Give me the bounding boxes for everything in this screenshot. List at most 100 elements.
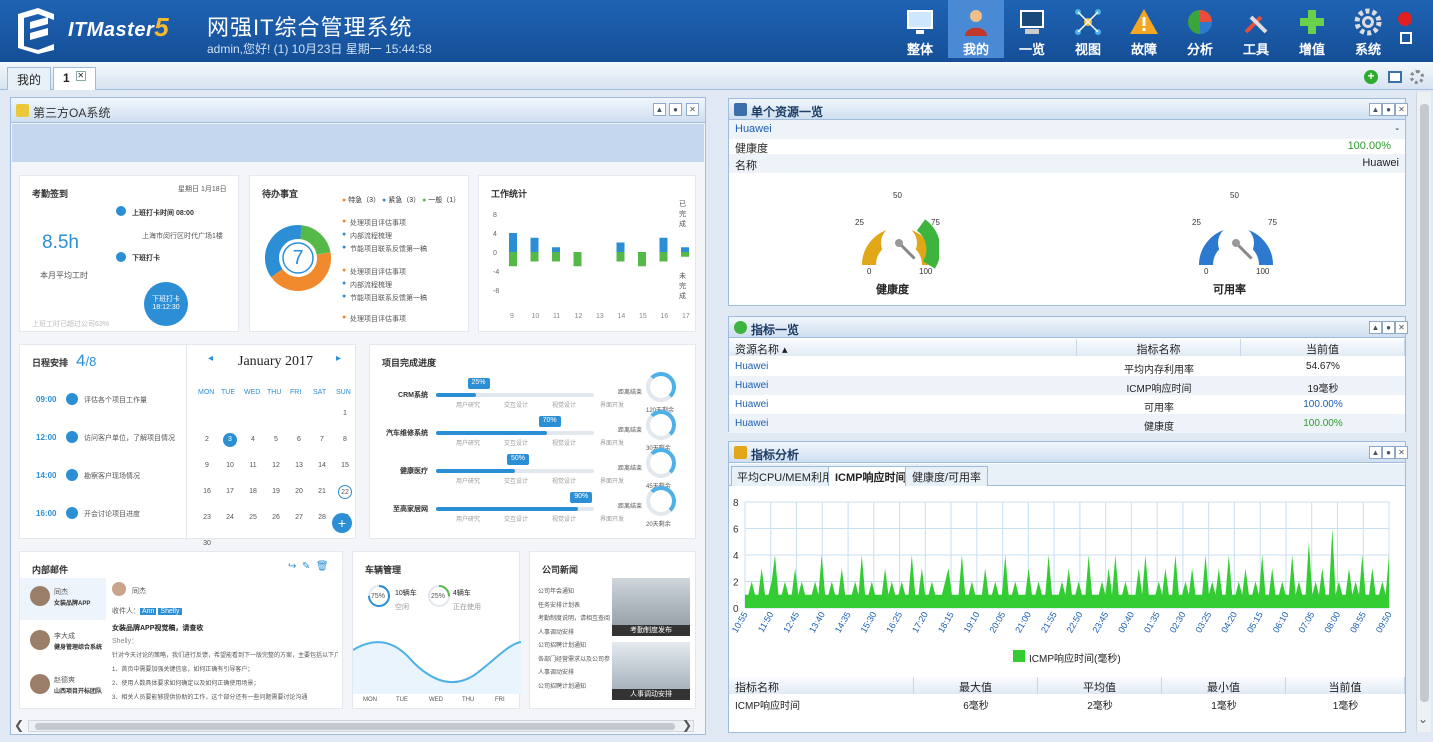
scrollbar-thumb[interactable]: [1420, 104, 1429, 702]
resource-link[interactable]: Huawei: [735, 399, 768, 410]
news-item[interactable]: 考勤制度说明，请相互查阅: [538, 613, 610, 622]
resource-link[interactable]: Huawei: [735, 380, 768, 391]
nav-network[interactable]: 视图: [1060, 0, 1116, 58]
nav-tools[interactable]: 工具: [1228, 0, 1284, 58]
alarm-icon[interactable]: [1398, 12, 1412, 26]
settings-icon[interactable]: [1410, 70, 1424, 84]
calendar-day[interactable]: 6: [292, 433, 306, 447]
tab-health[interactable]: 健康度/可用率: [905, 466, 989, 486]
calendar-day[interactable]: 8: [338, 433, 352, 447]
calendar-day[interactable]: 2: [200, 433, 214, 447]
prev-month-icon[interactable]: ◂: [208, 353, 213, 364]
scroll-down-icon[interactable]: ⌄: [1418, 712, 1428, 726]
todo-item[interactable]: 内部流程梳理: [350, 231, 392, 241]
calendar-day[interactable]: 24: [223, 511, 237, 525]
tab-icmp[interactable]: ICMP响应时间: [828, 466, 914, 486]
calendar-day[interactable]: 23: [200, 511, 214, 525]
schedule-text[interactable]: 开会讨论项目进度: [84, 509, 140, 519]
resource-link[interactable]: Huawei: [735, 123, 772, 135]
scroll-left-icon[interactable]: ❮: [14, 718, 24, 732]
news-item[interactable]: 公司招聘计划通知: [538, 681, 610, 690]
calendar-day[interactable]: 18: [246, 485, 260, 499]
tab-mine[interactable]: 我的: [7, 67, 52, 90]
nav-gear[interactable]: 系统: [1340, 0, 1396, 58]
close-icon[interactable]: ✕: [1395, 103, 1408, 116]
calendar-day[interactable]: 28: [315, 511, 329, 525]
calendar-day[interactable]: 9: [200, 459, 214, 473]
add-tab-icon[interactable]: +: [1364, 70, 1378, 84]
calendar-day[interactable]: 22: [338, 485, 352, 499]
todo-item[interactable]: 内部流程梳理: [350, 280, 392, 290]
collapse-icon[interactable]: ▲: [1369, 103, 1382, 116]
calendar-day[interactable]: 17: [223, 485, 237, 499]
todo-item[interactable]: 节能项目联系反馈第一稿: [350, 293, 427, 303]
close-icon[interactable]: ✕: [1395, 446, 1408, 459]
calendar-day[interactable]: 16: [200, 485, 214, 499]
collapse-icon[interactable]: ▲: [653, 103, 666, 116]
col-metric[interactable]: 指标名称: [1077, 339, 1241, 356]
refresh-icon[interactable]: ●: [1382, 321, 1395, 334]
checkout-button[interactable]: 下班打卡 18:12:30: [144, 282, 188, 326]
scrollbar-thumb[interactable]: [35, 723, 675, 730]
calendar-day[interactable]: 7: [315, 433, 329, 447]
vertical-scrollbar[interactable]: [1416, 92, 1431, 732]
calendar-day[interactable]: 26: [269, 511, 283, 525]
calendar-day[interactable]: 20: [292, 485, 306, 499]
calendar-day[interactable]: 10: [223, 459, 237, 473]
refresh-icon[interactable]: ●: [1382, 446, 1395, 459]
todo-item[interactable]: 处理项目评估事项: [350, 267, 406, 277]
nav-plus[interactable]: 增值: [1284, 0, 1340, 58]
nav-person[interactable]: 我的: [948, 0, 1004, 58]
resource-link[interactable]: Huawei: [735, 361, 768, 372]
next-month-icon[interactable]: ▸: [336, 353, 341, 364]
todo-item[interactable]: 节能项目联系反馈第一稿: [350, 244, 427, 254]
nav-monitor[interactable]: 整体: [892, 0, 948, 58]
trash-icon[interactable]: 🗑: [316, 561, 329, 572]
schedule-text[interactable]: 勘察客户现场情况: [84, 471, 140, 481]
close-icon[interactable]: ✕: [686, 103, 699, 116]
calendar-day[interactable]: 15: [338, 459, 352, 473]
calendar-day[interactable]: 14: [315, 459, 329, 473]
mail-item[interactable]: 赵德爽 山西项目开标团队: [20, 666, 106, 708]
schedule-text[interactable]: 评估各个项目工作量: [84, 395, 147, 405]
col-value[interactable]: 当前值: [1241, 339, 1405, 356]
collapse-icon[interactable]: ▲: [1369, 446, 1382, 459]
calendar-day[interactable]: 30: [200, 537, 214, 551]
calendar-day[interactable]: 12: [269, 459, 283, 473]
todo-item[interactable]: 处理项目评估事项: [350, 218, 406, 228]
calendar-day[interactable]: 3: [223, 433, 237, 447]
todo-item[interactable]: 处理项目评估事项: [350, 314, 406, 324]
calendar-day[interactable]: 5: [269, 433, 283, 447]
resource-link[interactable]: Huawei: [735, 418, 768, 429]
tab-1[interactable]: 1 ✕: [53, 67, 96, 90]
nav-warning[interactable]: 故障: [1116, 0, 1172, 58]
schedule-text[interactable]: 访问客户单位，了解项目情况: [84, 433, 175, 443]
calendar-day[interactable]: 1: [338, 407, 352, 421]
window-icon[interactable]: [1388, 71, 1402, 83]
calendar-day[interactable]: 21: [315, 485, 329, 499]
forward-icon[interactable]: ↪: [288, 561, 296, 572]
calendar-day[interactable]: 4: [246, 433, 260, 447]
news-image[interactable]: 考勤制度发布: [612, 578, 690, 636]
collapse-icon[interactable]: ▲: [1369, 321, 1382, 334]
col-resource[interactable]: 资源名称 ▴: [729, 339, 1077, 356]
calendar-day[interactable]: 19: [269, 485, 283, 499]
news-item[interactable]: 任务安排计划表: [538, 600, 610, 609]
refresh-icon[interactable]: ●: [669, 103, 682, 116]
calendar-day[interactable]: 27: [292, 511, 306, 525]
close-icon[interactable]: ✕: [75, 71, 86, 81]
nav-pie[interactable]: 分析: [1172, 0, 1228, 58]
nav-screen[interactable]: 一览: [1004, 0, 1060, 58]
news-item[interactable]: 公司招聘计划通知: [538, 640, 610, 649]
news-item[interactable]: 各部门经营需求以及公司参阅: [538, 654, 610, 663]
news-image[interactable]: 人事调动安排: [612, 642, 690, 700]
mail-item[interactable]: 同杰 女装品牌APP: [20, 578, 106, 620]
add-event-button[interactable]: +: [332, 513, 352, 533]
calendar-day[interactable]: 11: [246, 459, 260, 473]
close-icon[interactable]: ✕: [1395, 321, 1408, 334]
calendar-day[interactable]: 25: [246, 511, 260, 525]
calendar-day[interactable]: 13: [292, 459, 306, 473]
horizontal-scrollbar[interactable]: [28, 720, 694, 732]
edit-icon[interactable]: ✎: [302, 561, 310, 572]
news-item[interactable]: 人事调动安排: [538, 667, 610, 676]
